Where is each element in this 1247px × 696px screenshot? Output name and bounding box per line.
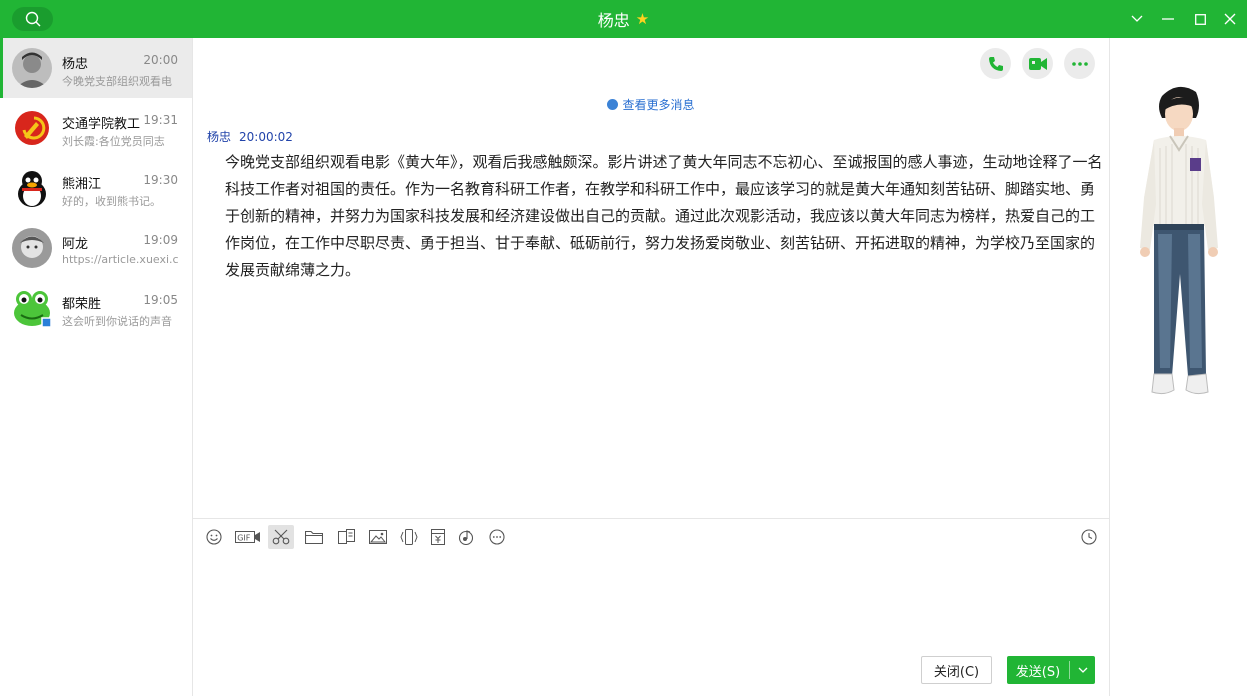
composer-toolbar: GIF bbox=[193, 518, 1109, 554]
profile-show-panel bbox=[1109, 38, 1247, 696]
message-sender: 杨忠 bbox=[207, 130, 232, 144]
chat-time: 19:05 bbox=[143, 293, 178, 307]
folder-icon bbox=[305, 530, 323, 544]
chat-item-along[interactable]: 阿龙 19:09 https://article.xuexi.cn bbox=[0, 218, 192, 278]
message-history-button[interactable] bbox=[1076, 525, 1102, 549]
chat-preview: 好的，收到熊书记。 bbox=[62, 195, 161, 208]
emoji-button[interactable] bbox=[201, 525, 227, 549]
red-packet-button[interactable] bbox=[425, 525, 451, 549]
video-camera-icon bbox=[1028, 57, 1047, 70]
avatar-figure bbox=[1140, 86, 1218, 395]
history-clock-icon bbox=[1081, 529, 1097, 545]
chat-name: 杨忠 bbox=[62, 57, 89, 72]
chat-name: 熊湘江 bbox=[62, 177, 102, 192]
more-tools-button[interactable] bbox=[484, 525, 510, 549]
message-text: 今晚党支部组织观看电影《黄大年》，观看后我感触颇深。影片讲述了黄大年同志不忘初心… bbox=[225, 153, 1103, 279]
video-call-button[interactable] bbox=[1022, 48, 1053, 79]
chat-main: 查看更多消息 杨忠 20:00:02 今晚党支部组织观看电影《黄大年》，观看后我感… bbox=[193, 38, 1109, 696]
screenshot-button[interactable] bbox=[268, 525, 294, 549]
svg-text:GIF: GIF bbox=[237, 534, 251, 543]
avatar bbox=[12, 228, 52, 268]
view-more-messages-link[interactable]: 查看更多消息 bbox=[193, 96, 1109, 113]
chat-item-jiaotong[interactable]: 交通学院教工 19:31 刘长霞:各位党员同志 bbox=[0, 98, 192, 158]
chat-preview: 刘长霞:各位党员同志 bbox=[62, 135, 165, 148]
image-icon bbox=[369, 530, 387, 544]
close-button[interactable]: 关闭(C) bbox=[921, 656, 992, 684]
gif-icon: GIF bbox=[235, 531, 260, 543]
music-icon bbox=[458, 530, 474, 545]
message-input[interactable] bbox=[193, 554, 1109, 650]
voice-call-button[interactable] bbox=[980, 48, 1011, 79]
avatar bbox=[12, 168, 52, 208]
chat-item-xiongxiangjiang[interactable]: 熊湘江 19:30 好的，收到熊书记。 bbox=[0, 158, 192, 218]
star-icon: ★ bbox=[635, 9, 650, 28]
dropdown-button[interactable] bbox=[1127, 9, 1147, 29]
send-button[interactable]: 发送(S) bbox=[1007, 656, 1095, 684]
image-button[interactable] bbox=[365, 525, 391, 549]
chevron-down-icon bbox=[1078, 667, 1087, 673]
chevron-down-icon bbox=[1131, 15, 1143, 22]
window-title-text: 杨忠 bbox=[597, 11, 630, 30]
chat-name: 都荣胜 bbox=[62, 297, 102, 312]
more-options-button[interactable] bbox=[1064, 48, 1095, 79]
avatar bbox=[12, 48, 52, 88]
gif-button[interactable]: GIF bbox=[233, 525, 263, 549]
chat-time: 19:09 bbox=[143, 233, 178, 247]
message-meta: 杨忠 20:00:02 bbox=[207, 128, 293, 145]
send-file-button[interactable] bbox=[301, 525, 327, 549]
chat-time: 20:00 bbox=[143, 53, 178, 67]
message-time: 20:00:02 bbox=[239, 130, 293, 144]
send-options-button[interactable] bbox=[1070, 667, 1095, 674]
chat-preview: https://article.xuexi.cn bbox=[62, 253, 178, 266]
shake-button[interactable] bbox=[396, 525, 422, 549]
doc-icon bbox=[338, 529, 355, 544]
scissors-icon bbox=[272, 529, 290, 545]
chat-name: 阿龙 bbox=[62, 237, 89, 252]
chat-time: 19:30 bbox=[143, 173, 178, 187]
more-icon bbox=[489, 529, 505, 545]
close-window-button[interactable] bbox=[1220, 9, 1240, 29]
ellipsis-icon bbox=[1071, 61, 1088, 66]
phone-icon bbox=[988, 56, 1003, 71]
chat-item-durongsheng[interactable]: 都荣胜 19:05 这会听到你说话的声音 bbox=[0, 278, 192, 338]
chat-time: 19:31 bbox=[143, 113, 178, 127]
view-more-messages-label: 查看更多消息 bbox=[622, 98, 695, 112]
shake-icon bbox=[400, 529, 418, 545]
send-button-label: 发送(S) bbox=[1015, 664, 1061, 680]
close-icon bbox=[1224, 13, 1236, 25]
minimize-icon bbox=[1162, 18, 1174, 20]
title-bar: 杨忠 ★ bbox=[0, 0, 1247, 38]
chat-preview: 今晚党支部组织观看电 bbox=[62, 75, 172, 88]
chat-name: 交通学院教工 bbox=[62, 117, 140, 132]
maximize-icon bbox=[1194, 13, 1206, 25]
emoji-icon bbox=[206, 529, 222, 545]
music-button[interactable] bbox=[453, 525, 479, 549]
minimize-button[interactable] bbox=[1158, 9, 1178, 29]
red-packet-icon bbox=[431, 529, 445, 545]
window-title: 杨忠 ★ bbox=[0, 0, 1247, 38]
chat-item-yangzhong[interactable]: 杨忠 20:00 今晚党支部组织观看电 bbox=[0, 38, 192, 98]
avatar bbox=[12, 288, 52, 328]
chat-list: 杨忠 20:00 今晚党支部组织观看电 交通学院教工 19:31 刘长霞:各位党… bbox=[0, 38, 193, 696]
clock-icon bbox=[607, 99, 619, 110]
maximize-button[interactable] bbox=[1190, 9, 1210, 29]
avatar bbox=[12, 108, 52, 148]
document-button[interactable] bbox=[334, 525, 360, 549]
chat-preview: 这会听到你说话的声音 bbox=[62, 315, 172, 328]
